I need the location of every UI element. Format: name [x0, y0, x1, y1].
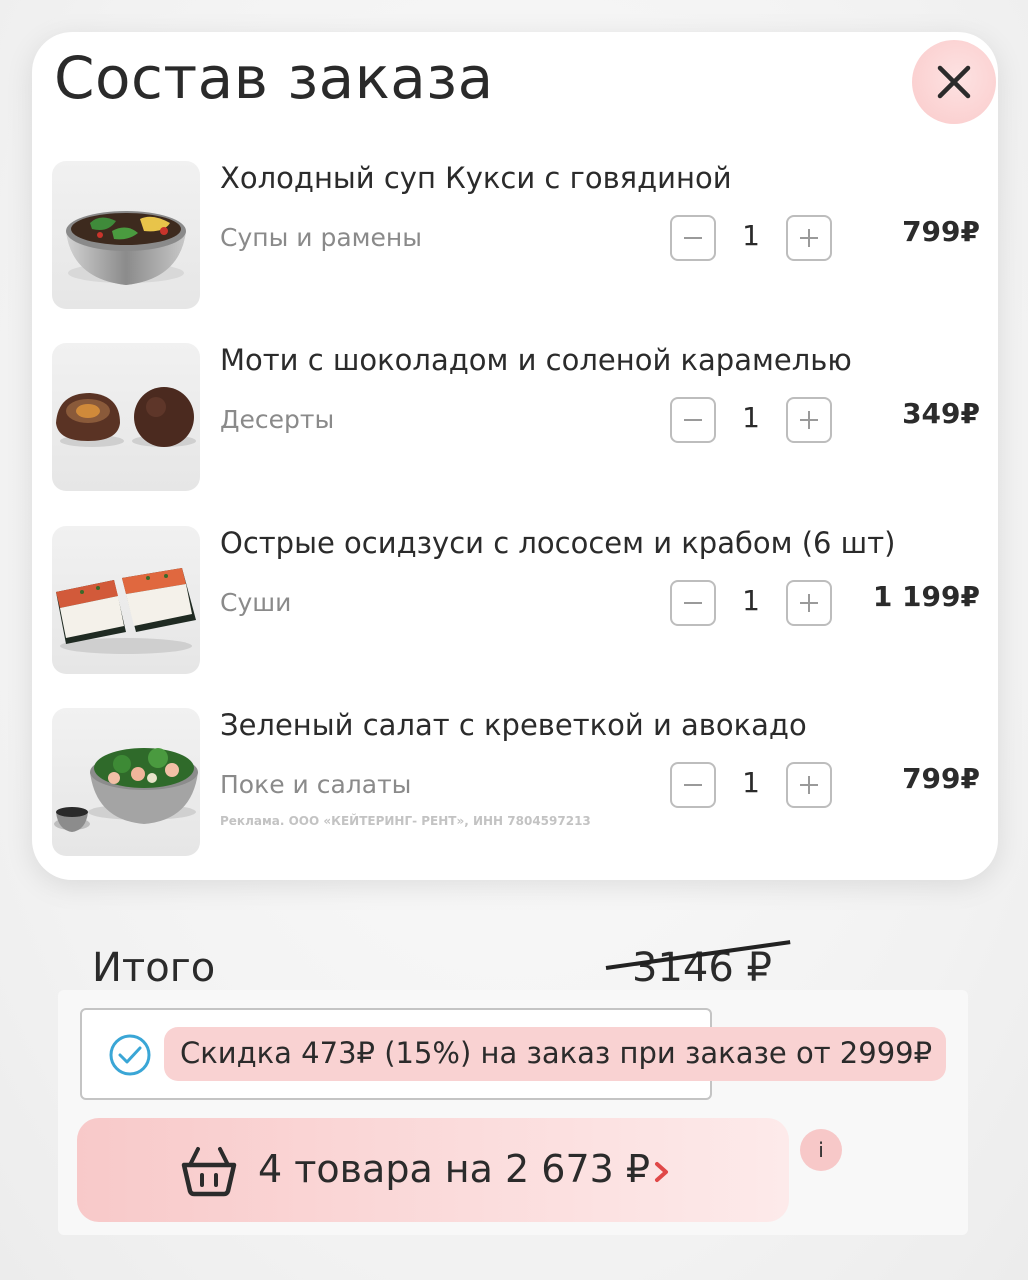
order-item: Холодный суп Кукси с говядиной Супы и ра… — [52, 161, 982, 311]
item-price: 799₽ — [902, 215, 980, 248]
advertising-disclaimer: Реклама. ООО «КЕЙТЕРИНГ- РЕНТ», ИНН 7804… — [220, 814, 591, 828]
item-category: Супы и рамены — [220, 223, 422, 252]
order-item: Моти с шоколадом и соленой карамелью Дес… — [52, 343, 982, 493]
order-title: Состав заказа — [54, 44, 494, 112]
item-price: 1 199₽ — [872, 580, 980, 613]
decrease-quantity-button[interactable] — [670, 215, 716, 261]
minus-icon — [684, 602, 702, 604]
minus-icon — [684, 237, 702, 239]
discount-text: Скидка 473₽ (15%) на заказ при заказе от… — [180, 1036, 933, 1070]
checkout-summary-text: 4 товара на 2 673 ₽ — [258, 1147, 651, 1191]
close-button[interactable] — [912, 40, 996, 124]
item-price: 349₽ — [902, 397, 980, 430]
plus-icon — [800, 776, 818, 794]
quantity-stepper: 1 — [670, 215, 832, 261]
close-icon — [937, 65, 971, 99]
order-item: Острые осидзуси с лососем и крабом (6 шт… — [52, 526, 982, 676]
decrease-quantity-button[interactable] — [670, 580, 716, 626]
increase-quantity-button[interactable] — [786, 762, 832, 808]
quantity-value: 1 — [742, 219, 760, 252]
item-name: Зеленый салат с креветкой и авокадо — [220, 708, 807, 742]
item-image-oshizushi — [52, 526, 200, 674]
item-image-mochi — [52, 343, 200, 491]
item-name: Моти с шоколадом и соленой карамелью — [220, 343, 852, 377]
decrease-quantity-button[interactable] — [670, 397, 716, 443]
quantity-value: 1 — [742, 401, 760, 434]
quantity-stepper: 1 — [670, 762, 832, 808]
basket-icon — [181, 1147, 237, 1197]
decrease-quantity-button[interactable] — [670, 762, 716, 808]
item-image-green-salad — [52, 708, 200, 856]
minus-icon — [684, 419, 702, 421]
plus-icon — [800, 229, 818, 247]
chevron-right-icon — [655, 1162, 668, 1182]
item-image-noodle-soup — [52, 161, 200, 309]
item-category: Суши — [220, 588, 292, 617]
check-circle-icon — [109, 1034, 151, 1076]
item-price: 799₽ — [902, 762, 980, 795]
quantity-stepper: 1 — [670, 397, 832, 443]
quantity-stepper: 1 — [670, 580, 832, 626]
increase-quantity-button[interactable] — [786, 397, 832, 443]
info-button[interactable]: i — [800, 1129, 842, 1171]
total-label: Итого — [92, 945, 216, 991]
quantity-value: 1 — [742, 584, 760, 617]
item-name: Холодный суп Кукси с говядиной — [220, 161, 732, 195]
increase-quantity-button[interactable] — [786, 580, 832, 626]
increase-quantity-button[interactable] — [786, 215, 832, 261]
order-item: Зеленый салат с креветкой и авокадо Поке… — [52, 708, 982, 858]
item-name: Острые осидзуси с лососем и крабом (6 шт… — [220, 526, 896, 560]
item-category: Поке и салаты — [220, 770, 412, 799]
minus-icon — [684, 784, 702, 786]
plus-icon — [800, 411, 818, 429]
order-composition-card: Состав заказа Холодный суп Кукси с говяд… — [32, 32, 998, 880]
quantity-value: 1 — [742, 766, 760, 799]
item-category: Десерты — [220, 405, 335, 434]
plus-icon — [800, 594, 818, 612]
